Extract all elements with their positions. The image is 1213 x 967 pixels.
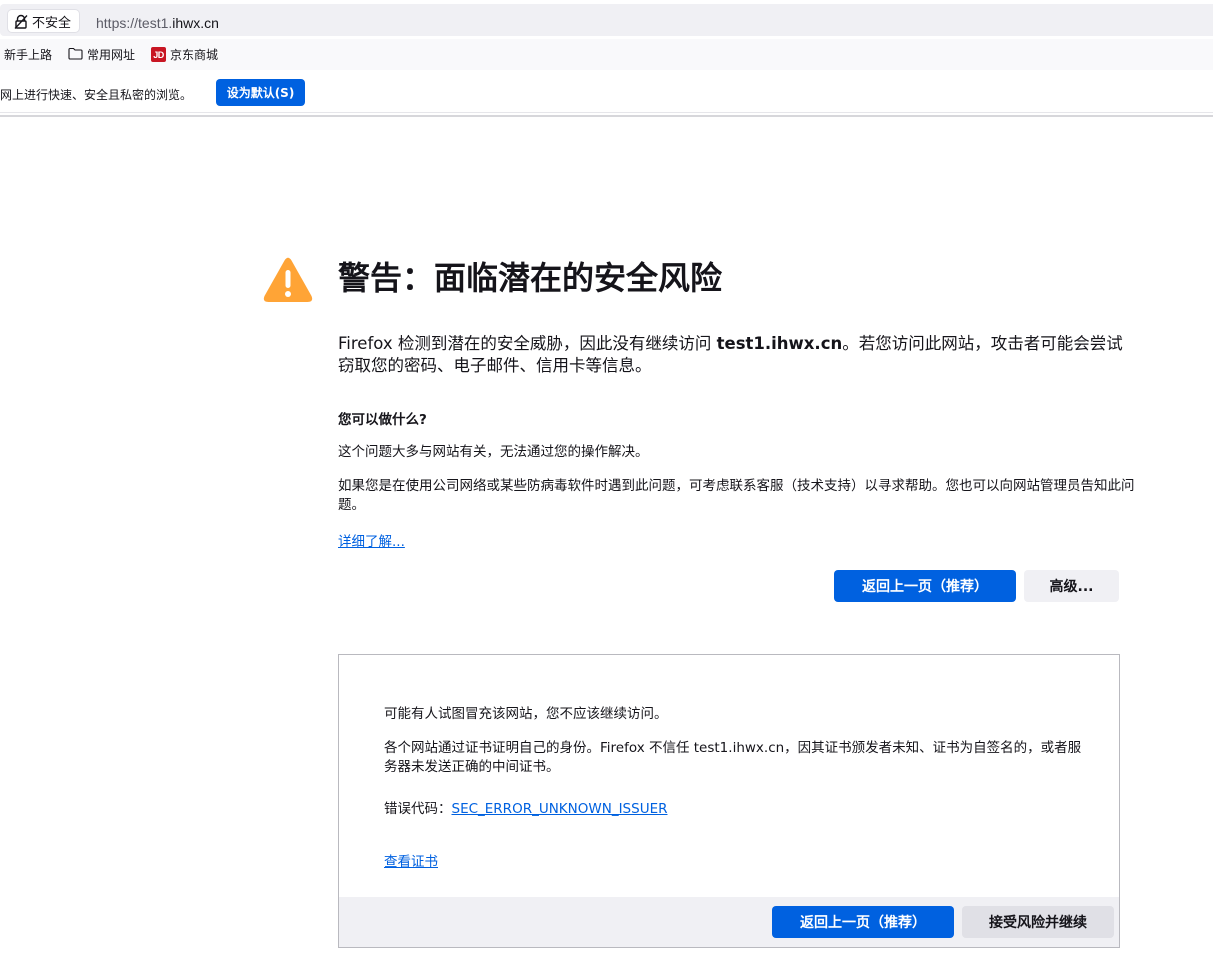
accept-risk-button[interactable]: 接受风险并继续 (962, 906, 1114, 938)
identity-label: 不安全 (32, 15, 72, 31)
url-bar-row: 不安全 https://test1.ihwx.cn (0, 0, 1213, 39)
intro-before: Firefox 检测到潜在的安全威胁，因此没有继续访问 (338, 334, 717, 353)
learn-more-link[interactable]: 详细了解... (338, 530, 405, 550)
bookmark-label: 新手上路 (4, 48, 53, 62)
bookmark-label: 京东商城 (170, 48, 219, 62)
set-default-button[interactable]: 设为默认(S) (216, 79, 305, 106)
jd-logo-icon: JD (151, 47, 167, 62)
bookmark-getting-started[interactable]: 新手上路 (2, 44, 54, 66)
bookmarks-toolbar: 新手上路 常用网址 JD 京东商城 (0, 39, 1213, 70)
intro-text: Firefox 检测到潜在的安全威胁，因此没有继续访问 test1.ihwx.c… (338, 333, 1128, 377)
url-bar[interactable]: 不安全 https://test1.ihwx.cn (0, 4, 1213, 36)
advanced-button[interactable]: 高级... (1024, 570, 1119, 602)
folder-icon (68, 47, 83, 63)
advanced-text-2: 各个网站通过证书证明自己的身份。Firefox 不信任 test1.ihwx.c… (384, 740, 1082, 775)
page-title: 警告：面临潜在的安全风险 (338, 259, 723, 297)
what-can-do-heading: 您可以做什么? (338, 412, 427, 428)
error-code-link[interactable]: SEC_ERROR_UNKNOWN_ISSUER (452, 801, 668, 817)
url-domain: ihwx.cn (172, 15, 219, 31)
bookmark-label: 常用网址 (87, 48, 136, 62)
go-back-button-secondary[interactable]: 返回上一页（推荐） (772, 906, 954, 938)
notification-text: 在网上进行快速、安全且私密的浏览。 (0, 88, 193, 102)
bookmark-jd[interactable]: JD 京东商城 (149, 44, 220, 66)
insecure-lock-icon (14, 14, 28, 29)
what-can-do-text-1: 这个问题大多与网站有关，无法通过您的操作解决。 (338, 444, 649, 460)
error-code-line: 错误代码：SEC_ERROR_UNKNOWN_ISSUER (384, 797, 668, 817)
advanced-panel-footer: 返回上一页（推荐） 接受风险并继续 (339, 897, 1119, 947)
error-code-label: 错误代码： (384, 801, 452, 817)
url-text[interactable]: https://test1.ihwx.cn (96, 15, 219, 31)
view-certificate-link[interactable]: 查看证书 (384, 850, 438, 870)
go-back-button[interactable]: 返回上一页（推荐） (834, 570, 1016, 602)
default-browser-notification: 在网上进行快速、安全且私密的浏览。 设为默认(S) (0, 72, 1213, 113)
intro-host: test1.ihwx.cn (716, 334, 843, 353)
advanced-panel: 可能有人试图冒充该网站，您不应该继续访问。 各个网站通过证书证明自己的身份。Fi… (338, 654, 1120, 948)
advanced-text-1: 可能有人试图冒充该网站，您不应该继续访问。 (384, 706, 668, 722)
what-can-do-text-2: 如果您是在使用公司网络或某些防病毒软件时遇到此问题，可考虑联系客服（技术支持）以… (338, 478, 1135, 513)
url-prefix: https://test1. (96, 15, 173, 31)
toolbar-separator (0, 115, 1213, 117)
bookmark-folder-common-sites[interactable]: 常用网址 (66, 44, 137, 66)
site-identity-button[interactable]: 不安全 (8, 10, 80, 32)
warning-icon (262, 256, 314, 304)
